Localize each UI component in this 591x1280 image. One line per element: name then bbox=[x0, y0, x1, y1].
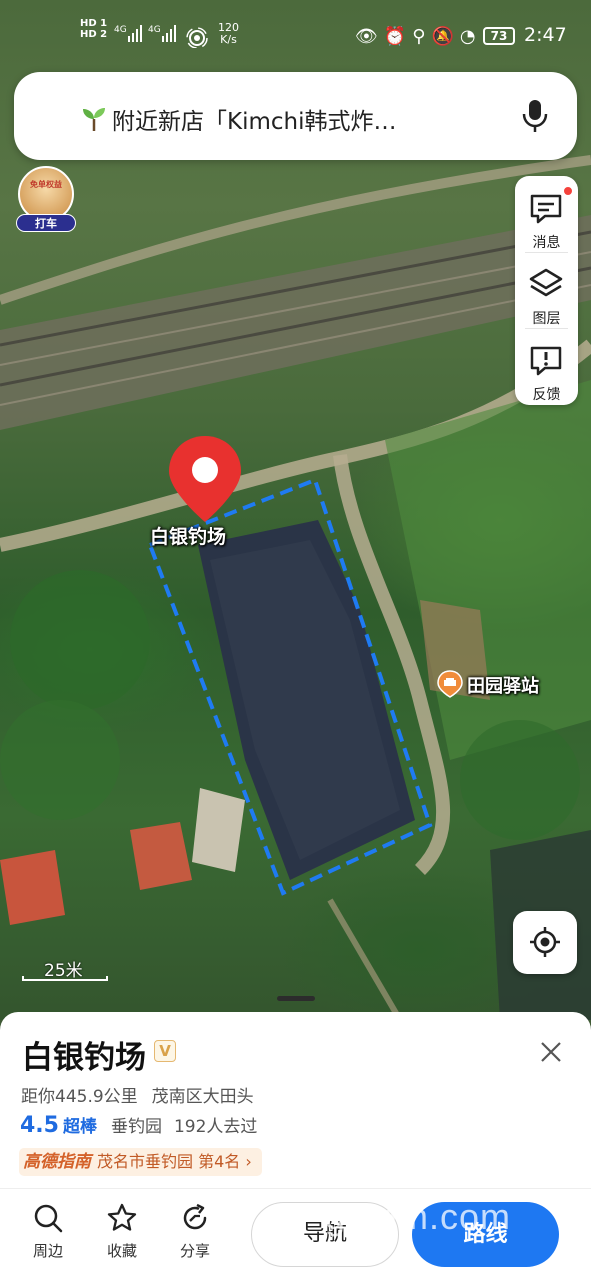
rating-label: 超棒 bbox=[62, 1117, 97, 1137]
svg-text:4G: 4G bbox=[148, 25, 161, 35]
microphone-icon[interactable] bbox=[520, 98, 550, 134]
network-speed: 120 K/s bbox=[218, 22, 239, 46]
poi-label[interactable]: 田园驿站 bbox=[467, 672, 539, 698]
sim2-label: HD 2 bbox=[80, 29, 108, 40]
watermark: gdmm.com bbox=[325, 1196, 512, 1237]
sim-indicators: HD 1 HD 2 bbox=[80, 18, 107, 40]
visitors-text: 192人去过 bbox=[173, 1117, 258, 1137]
location-pin-icon[interactable] bbox=[167, 434, 243, 526]
inn-poi-icon[interactable] bbox=[437, 670, 463, 698]
star-icon bbox=[107, 1203, 137, 1231]
layers-button[interactable]: 图层 bbox=[515, 256, 578, 327]
search-bar[interactable]: 附近新店「Kimchi韩式炸… bbox=[14, 72, 577, 160]
layers-icon bbox=[529, 268, 563, 297]
taxi-promo-text: 免单权益 bbox=[30, 180, 62, 189]
share-button[interactable]: 分享 bbox=[167, 1200, 223, 1260]
message-icon bbox=[530, 194, 562, 224]
guide-brand: 高德指南 bbox=[23, 1152, 91, 1172]
share-label: 分享 bbox=[179, 1242, 210, 1260]
map-tools-panel: 消息 图层 反馈 bbox=[515, 176, 578, 405]
layers-label: 图层 bbox=[532, 311, 561, 327]
verified-badge: V bbox=[154, 1040, 176, 1062]
rating-row[interactable]: 4.5 超棒 垂钓园 192人去过 bbox=[20, 1112, 269, 1138]
ranking-guide-tag[interactable]: 高德指南 茂名市垂钓园 第4名 › bbox=[19, 1148, 262, 1176]
battery-indicator: 73 bbox=[483, 27, 515, 45]
alarm-icon: ⏰ bbox=[383, 26, 413, 47]
network-speed-unit: K/s bbox=[220, 33, 237, 46]
mute-icon: 🔕 bbox=[431, 26, 460, 47]
search-icon bbox=[34, 1204, 63, 1233]
taxi-promo-badge[interactable]: 免单权益 打车 bbox=[14, 166, 78, 232]
speed-icon: ◔ bbox=[459, 26, 482, 47]
status-bar: HD 1 HD 2 4G 4G 120 K/s 👁⏰⚲🔕◔ 73 2:47 bbox=[0, 0, 591, 72]
svg-text:4G: 4G bbox=[114, 25, 127, 35]
messages-button[interactable]: 消息 bbox=[515, 180, 578, 251]
feedback-label: 反馈 bbox=[532, 387, 561, 403]
divider bbox=[525, 252, 568, 253]
pin-label: 白银钓场 bbox=[150, 526, 227, 548]
sheet-divider bbox=[0, 1188, 591, 1189]
sim1-label: HD 1 bbox=[80, 18, 108, 29]
guide-text: 茂名市垂钓园 第4名 › bbox=[97, 1152, 252, 1171]
favorite-label: 收藏 bbox=[106, 1242, 137, 1260]
status-icons: 👁⏰⚲🔕◔ bbox=[355, 26, 482, 47]
scale-bar bbox=[22, 976, 108, 981]
notification-dot bbox=[563, 186, 573, 196]
favorite-button[interactable]: 收藏 bbox=[94, 1200, 150, 1260]
feedback-button[interactable]: 反馈 bbox=[515, 332, 578, 403]
taxi-label: 打车 bbox=[16, 214, 76, 232]
address-text: 茂南区大田头 bbox=[151, 1087, 254, 1107]
search-text[interactable]: 附近新店「Kimchi韩式炸… bbox=[112, 102, 397, 136]
nearby-label: 周边 bbox=[32, 1242, 63, 1260]
locate-me-button[interactable] bbox=[513, 911, 577, 974]
distance-text: 距你445.9公里 bbox=[21, 1087, 138, 1107]
eye-icon: 👁 bbox=[355, 26, 384, 47]
category-text: 垂钓园 bbox=[110, 1117, 162, 1137]
crosshair-icon bbox=[530, 927, 560, 957]
rating-score: 4.5 bbox=[20, 1113, 59, 1138]
sprout-icon bbox=[83, 108, 105, 131]
sheet-drag-handle[interactable] bbox=[277, 996, 315, 1001]
clock: 2:47 bbox=[524, 24, 567, 46]
signal-strength-icon: 4G 4G bbox=[114, 25, 176, 42]
nearby-button[interactable]: 周边 bbox=[20, 1200, 76, 1260]
place-detail-sheet: 白银钓场 V 距你445.9公里 茂南区大田头 4.5 超棒 垂钓园 192人去过 高德… bbox=[0, 1012, 591, 1280]
place-meta: 距你445.9公里 茂南区大田头 bbox=[21, 1082, 268, 1107]
location-icon: ⚲ bbox=[412, 26, 432, 47]
feedback-icon bbox=[530, 346, 562, 376]
map-scale: 25米 bbox=[22, 956, 112, 982]
close-icon[interactable] bbox=[539, 1040, 563, 1064]
divider bbox=[525, 328, 568, 329]
share-icon bbox=[183, 1203, 207, 1230]
hotspot-icon bbox=[186, 27, 208, 48]
place-title: 白银钓场 bbox=[22, 1040, 146, 1076]
messages-label: 消息 bbox=[532, 235, 561, 251]
